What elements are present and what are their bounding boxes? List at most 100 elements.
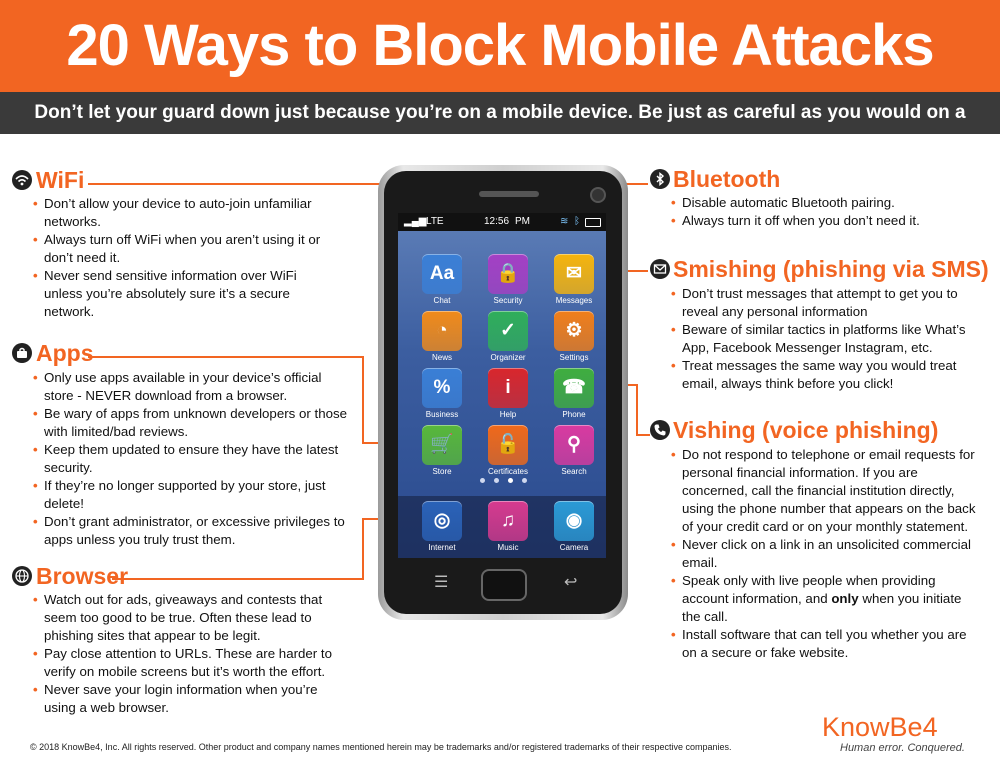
rss-icon[interactable]: ◔ [422,311,462,351]
info-icon[interactable]: i [488,368,528,408]
smishing-list: • Don’t trust messages that attempt to ge… [671,285,981,393]
app-glyph: ✉ [566,263,582,284]
app-glyph: % [433,377,451,398]
list-item: • Don’t grant administrator, or excessive… [33,514,345,547]
app-glyph: ☎ [562,377,586,398]
envelope-icon[interactable]: ✉ [554,254,594,294]
brand-logo: KnowBe4 [822,712,938,742]
globe-icon[interactable]: ◎ [422,501,462,541]
app-glyph: ⚙ [565,320,583,341]
list-item: • Never click on a link in an unsolicited… [671,537,971,570]
wifi-list: • Don’t allow your device to auto-join un… [33,195,338,321]
list-item: • Do not respond to telephone or email re… [671,447,976,534]
check-icon[interactable]: ✓ [488,311,528,351]
phone-screen: ▂▄▆ LTE 12:56 PM ≋ ᛒ Aa Chat 🔒 Security ✉ Mes… [398,213,606,558]
app-label: Chat [433,296,451,305]
apps-list: • Only use apps available in your device’… [33,369,348,549]
list-item: • Never save your login information when … [33,682,318,715]
lock-icon[interactable]: 🔒 [488,254,528,294]
app-glyph: ✓ [500,320,516,341]
bluetooth-heading: Bluetooth [673,166,781,192]
menu-key-icon[interactable]: ☰ [434,575,448,591]
vishing-connector [636,384,638,436]
app-glyph: Aa [429,263,455,284]
unlock-icon[interactable]: 🔓 [488,425,528,465]
list-item: • Only use apps available in your device’… [33,370,322,403]
wifi-heading: WiFi [36,167,85,193]
app-label: Help [499,410,517,419]
list-item: • Don’t trust messages that attempt to ge… [671,286,958,319]
vishing-heading: Vishing (voice phishing) [673,417,939,443]
home-button[interactable] [481,569,527,601]
wifi-icon [12,170,32,190]
music-icon[interactable]: ♫ [488,501,528,541]
apps-icon [12,343,32,363]
status-ampm: PM [515,216,530,227]
smartphone: ▂▄▆ LTE 12:56 PM ≋ ᛒ Aa Chat 🔒 Security ✉ Mes… [378,165,628,620]
list-item: • Pay close attention to URLs. These are … [33,646,333,679]
list-item: • Disable automatic Bluetooth pairing. [671,195,895,210]
cart-icon[interactable]: 🛒 [422,425,462,465]
browser-connector [362,518,364,580]
page-dot [522,478,527,483]
globe-icon [12,566,32,586]
apps-connector [88,356,364,358]
app-glyph: ◎ [433,510,451,531]
list-item: • Don’t allow your device to auto-join un… [33,196,312,229]
speaker-grille [479,191,539,197]
page-dot [494,478,499,483]
app-glyph: ⚲ [567,434,581,455]
list-item: • Always turn off WiFi when you aren’t us… [33,232,321,265]
list-item: • Install software that can tell you whet… [671,627,967,660]
apps-heading: Apps [36,340,94,366]
front-camera [590,187,606,203]
list-item: • Treat messages the same way you would t… [671,358,957,391]
wifi-status-icon: ≋ [560,216,569,227]
search-icon[interactable]: ⚲ [554,425,594,465]
back-key-icon[interactable]: ↩ [564,575,577,591]
vishing-connector [636,434,650,436]
app-label: Camera [559,543,589,552]
app-label: Business [425,410,459,419]
list-item: • Watch out for ads, giveaways and contes… [33,592,323,643]
phone-body: ▂▄▆ LTE 12:56 PM ≋ ᛒ Aa Chat 🔒 Security ✉ Mes… [384,171,622,614]
app-label: Music [497,543,519,552]
bluetooth-icon [650,169,670,189]
bluetooth-list: • Disable automatic Bluetooth pairing. • A… [671,194,981,230]
app-glyph: i [505,377,511,398]
phone-icon [650,420,670,440]
page-dot [480,478,485,483]
app-label: Certificates [487,467,528,476]
app-glyph: ◔ [436,320,448,341]
camera-icon[interactable]: ◉ [554,501,594,541]
app-label: Store [432,467,452,476]
app-label: Organizer [490,353,526,362]
app-label: Messages [555,296,593,305]
app-glyph: 🔓 [496,434,520,455]
percent-icon[interactable]: % [422,368,462,408]
app-glyph: ◉ [565,510,583,531]
list-item: • Keep them updated to ensure they have t… [33,442,339,475]
app-label: Internet [428,543,456,552]
list-item: • Beware of similar tactics in platforms … [671,322,966,355]
gear-icon[interactable]: ⚙ [554,311,594,351]
app-glyph: 🛒 [430,434,454,455]
app-label: Phone [562,410,586,419]
chat-icon[interactable]: Aa [422,254,462,294]
browser-connector [112,578,364,580]
browser-heading: Browser [36,563,129,589]
apps-connector [362,356,364,444]
list-item: • If they’re no longer supported by your … [33,478,326,511]
app-label: Search [561,467,587,476]
network-type: LTE [426,216,444,227]
status-bar: ▂▄▆ LTE 12:56 PM ≋ ᛒ [398,213,606,231]
bluetooth-status-icon: ᛒ [574,216,580,227]
phone-icon[interactable]: ☎ [554,368,594,408]
list-item: • Never send sensitive information over W… [33,268,297,319]
list-item: • Speak only with live people when provid… [671,573,962,624]
page-title: 20 Ways to Block Mobile Attacks [66,13,934,78]
app-label: News [431,353,452,362]
status-time: 12:56 [484,216,510,227]
list-item: • Be wary of apps from unknown developers… [33,406,348,439]
vishing-list: • Do not respond to telephone or email re… [671,446,983,662]
